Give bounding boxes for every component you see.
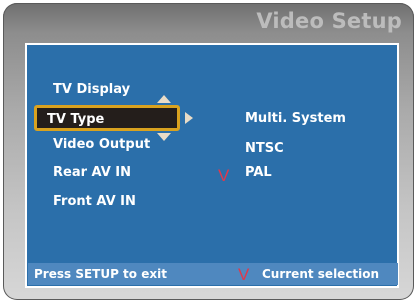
osd-frame: Video Setup TV Display TV Type Video Out… xyxy=(3,3,414,300)
menu-item-tv-display[interactable]: TV Display xyxy=(53,82,130,97)
footer-bar: Press SETUP to exit V Current selection xyxy=(28,263,398,285)
menu-item-video-output[interactable]: Video Output xyxy=(53,137,150,152)
menu-item-rear-av-in[interactable]: Rear AV IN xyxy=(53,165,131,180)
page-title: Video Setup xyxy=(256,9,402,33)
exit-hint: Press SETUP to exit xyxy=(34,267,167,281)
submenu-arrow-icon xyxy=(185,112,193,124)
legend-label: Current selection xyxy=(262,267,380,281)
menu-item-tv-type-selected[interactable]: TV Type xyxy=(34,105,180,131)
option-ntsc[interactable]: NTSC xyxy=(245,141,284,156)
menu-item-front-av-in[interactable]: Front AV IN xyxy=(53,194,136,209)
scroll-up-icon[interactable] xyxy=(157,95,171,103)
scroll-down-icon[interactable] xyxy=(157,133,171,141)
legend-check-icon: V xyxy=(238,265,250,284)
current-selection-check-icon: V xyxy=(218,166,230,185)
option-pal[interactable]: PAL xyxy=(245,165,272,180)
option-multi-system[interactable]: Multi. System xyxy=(245,111,346,126)
menu-panel: TV Display TV Type Video Output Rear AV … xyxy=(25,43,399,288)
